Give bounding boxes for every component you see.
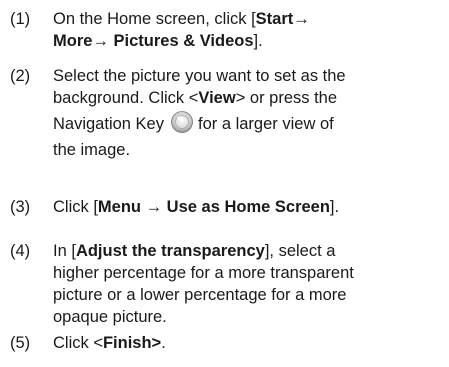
text-segment: for a larger view of [197,115,334,133]
step-number: (2) [10,67,31,85]
text-segment: ], select a [264,242,336,260]
text-segment: Click [ [53,198,98,216]
text-segment: Navigation Key [53,115,164,133]
text-segment: . [161,334,166,352]
text-segment: ]. [329,198,340,216]
step-number: (5) [10,334,31,352]
step-line: the image. [53,139,445,161]
text-segment: the image. [53,141,131,159]
step-line: opaque picture. [53,306,445,328]
text-segment: In [ [53,242,76,260]
bold-segment: Adjust the transparency [75,242,265,260]
step-line: background. Click <View> or press the [53,87,445,109]
text-segment: picture or a lower percentage for a more [53,286,347,304]
step-line: Click <Finish>. [53,332,445,354]
step-line: More→ Pictures & Videos]. [53,30,445,52]
step-line: Navigation Key for a larger view of [53,109,445,139]
text-segment: background. Click < [53,89,199,107]
text-segment: Select the picture you want to set as th… [53,67,346,85]
step-text: Click <Finish>. [53,332,445,354]
step-text: Select the picture you want to set as th… [53,65,445,161]
text-segment: On the Home screen, click [ [53,10,256,28]
step-line: higher percentage for a more transparent [53,262,445,284]
navigation-key-icon [171,111,193,133]
step-number: (3) [10,198,31,216]
bold-segment: View [198,89,236,107]
text-segment: Click < [53,334,103,352]
step-number: (1) [10,10,31,28]
text-segment: > or press the [235,89,338,107]
step-line: On the Home screen, click [Start→ [53,8,445,30]
text-segment: higher percentage for a more transparent [53,264,354,282]
bold-segment: More→ Pictures & Videos [53,32,254,50]
bold-segment: Menu → Use as Home Screen [97,198,330,216]
text-segment: ]. [253,32,263,50]
step-line: Select the picture you want to set as th… [53,65,445,87]
text-segment: opaque picture. [53,308,167,326]
bold-segment: Finish> [102,334,162,352]
step-text: Click [Menu → Use as Home Screen]. [53,196,445,218]
step-number: (4) [10,242,31,260]
bold-segment: Start→ [255,10,310,28]
step-text: On the Home screen, click [Start→ More→ … [53,8,445,52]
step-line: picture or a lower percentage for a more [53,284,445,306]
step-text: In [Adjust the transparency], select a h… [53,240,445,328]
step-line: In [Adjust the transparency], select a [53,240,445,262]
step-line: Click [Menu → Use as Home Screen]. [53,196,445,218]
